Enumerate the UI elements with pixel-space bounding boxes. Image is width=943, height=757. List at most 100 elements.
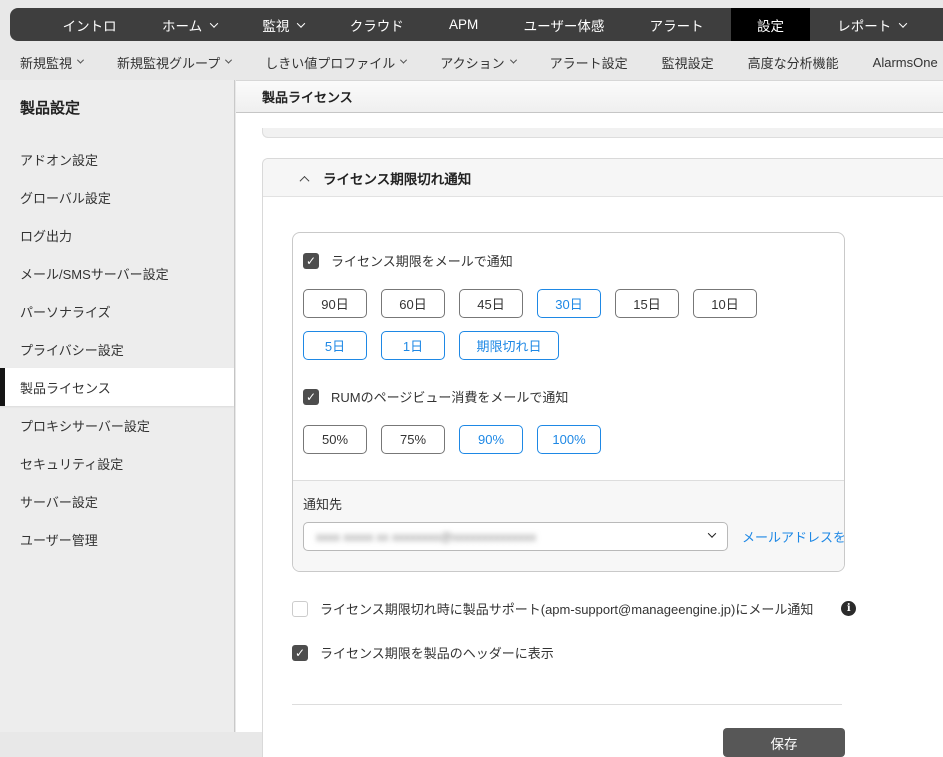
day-option-15[interactable]: 15日 [615, 289, 679, 318]
sidebar-item-product-license-selected[interactable]: 製品ライセンス [0, 368, 234, 406]
percent-option-75[interactable]: 75% [381, 425, 445, 454]
day-option-45[interactable]: 45日 [459, 289, 523, 318]
recipient-label: 通知先 [303, 494, 824, 513]
day-option-90[interactable]: 90日 [303, 289, 367, 318]
sidebar-items: アドオン設定 グローバル設定 ログ出力 メール/SMSサーバー設定 パーソナライ… [0, 140, 234, 558]
sidebar-item-user-management[interactable]: ユーザー管理 [0, 520, 234, 558]
chevron-down-icon [225, 56, 232, 63]
support-notify-label: ライセンス期限切れ時に製品サポート(apm-support@manageengi… [320, 599, 813, 618]
subnav-label: 高度な分析機能 [748, 53, 839, 72]
sidebar-item-mail-sms-server[interactable]: メール/SMSサーバー設定 [0, 254, 234, 292]
sidebar-item-global-settings[interactable]: グローバル設定 [0, 178, 234, 216]
save-button[interactable]: 保存 [723, 728, 845, 757]
day-option-expiry-selected[interactable]: 期限切れ日 [459, 331, 559, 360]
header-display-label: ライセンス期限を製品のヘッダーに表示 [320, 643, 554, 662]
sidebar-item-addon-settings[interactable]: アドオン設定 [0, 140, 234, 178]
section-collapse-header[interactable]: ライセンス期限切れ通知 [263, 159, 943, 197]
subnav-label: 新規監視 [20, 53, 72, 72]
subnav-label: AlarmsOne [873, 55, 938, 70]
day-option-60[interactable]: 60日 [381, 289, 445, 318]
tab-label: アラート [650, 15, 704, 35]
support-notify-row: ライセンス期限切れ時に製品サポート(apm-support@manageengi… [292, 599, 943, 618]
subnav-advanced-analytics[interactable]: 高度な分析機能 [748, 53, 839, 72]
tab-user-experience[interactable]: ユーザー体感 [506, 8, 623, 41]
tab-home[interactable]: ホーム [144, 8, 235, 41]
subnav-alert-settings[interactable]: アラート設定 [550, 53, 628, 72]
sidebar-item-log-output[interactable]: ログ出力 [0, 216, 234, 254]
add-email-address-link[interactable]: メールアドレスを追 [742, 527, 845, 546]
license-email-label: ライセンス期限をメールで通知 [331, 251, 513, 270]
chevron-down-icon [400, 56, 407, 63]
tab-monitor[interactable]: 監視 [244, 8, 322, 41]
sidebar-item-server-settings[interactable]: サーバー設定 [0, 482, 234, 520]
sidebar-item-proxy-server[interactable]: プロキシサーバー設定 [0, 406, 234, 444]
chevron-down-icon [899, 19, 907, 27]
chevron-down-icon [708, 529, 716, 537]
top-navigation-bar: イントロ ホーム 監視 クラウド APM ユーザー体感 アラート 設定 レポート [10, 8, 943, 41]
license-email-checkbox[interactable]: ✓ [303, 253, 319, 269]
subnav-monitor-settings[interactable]: 監視設定 [662, 53, 714, 72]
tab-apm[interactable]: APM [431, 8, 496, 41]
chevron-up-icon [300, 176, 310, 186]
subnav-alarmsone[interactable]: AlarmsOne [873, 55, 938, 70]
section-title: ライセンス期限切れ通知 [323, 168, 471, 188]
tab-label: 監視 [262, 15, 289, 35]
subnav-new-monitor[interactable]: 新規監視 [20, 53, 83, 72]
rum-email-checkbox[interactable]: ✓ [303, 389, 319, 405]
tab-label: APM [449, 17, 478, 32]
chevron-down-icon [510, 56, 517, 63]
support-notify-checkbox[interactable] [292, 601, 308, 617]
section-body: ✓ ライセンス期限をメールで通知 90日 60日 45日 30日 15日 10日… [263, 197, 943, 757]
tab-settings-active[interactable]: 設定 [731, 8, 810, 41]
info-icon[interactable]: i [841, 601, 856, 616]
tab-intro[interactable]: イントロ [45, 8, 135, 41]
bottom-divider [292, 704, 842, 705]
subnav-label: 監視設定 [662, 53, 714, 72]
day-options-row-2: 5日 1日 期限切れ日 [303, 331, 824, 360]
notification-settings-card: ✓ ライセンス期限をメールで通知 90日 60日 45日 30日 15日 10日… [292, 232, 845, 572]
tab-cloud[interactable]: クラウド [332, 8, 422, 41]
tab-reports[interactable]: レポート [819, 8, 924, 41]
topnav-zone: イントロ ホーム 監視 クラウド APM ユーザー体感 アラート 設定 レポート [0, 0, 943, 45]
percent-option-100-selected[interactable]: 100% [537, 425, 601, 454]
sidebar-item-privacy[interactable]: プライバシー設定 [0, 330, 234, 368]
day-option-1-selected[interactable]: 1日 [381, 331, 445, 360]
license-email-row: ✓ ライセンス期限をメールで通知 [303, 251, 824, 270]
chevron-down-icon [77, 56, 84, 63]
sidebar-item-personalize[interactable]: パーソナライズ [0, 292, 234, 330]
subnav-new-monitor-group[interactable]: 新規監視グループ [117, 53, 231, 72]
recipient-selected-value-redacted: xxxx xxxxx xx xxxxxxxx@xxxxxxxxxxxxxx [316, 530, 536, 544]
card-top: ✓ ライセンス期限をメールで通知 90日 60日 45日 30日 15日 10日… [293, 233, 844, 480]
secondary-navigation-bar: 新規監視 新規監視グループ しきい値プロファイル アクション アラート設定 監視… [0, 45, 943, 80]
tab-label: ユーザー体感 [524, 15, 605, 35]
chevron-down-icon [297, 19, 305, 27]
day-option-10[interactable]: 10日 [693, 289, 757, 318]
header-display-row: ✓ ライセンス期限を製品のヘッダーに表示 [292, 643, 943, 662]
tab-alerts[interactable]: アラート [632, 8, 722, 41]
subnav-label: 新規監視グループ [117, 53, 220, 72]
subnav-threshold-profile[interactable]: しきい値プロファイル [265, 53, 406, 72]
day-option-5-selected[interactable]: 5日 [303, 331, 367, 360]
percent-option-50[interactable]: 50% [303, 425, 367, 454]
day-options-row-1: 90日 60日 45日 30日 15日 10日 [303, 289, 824, 318]
save-row: 保存 [292, 728, 845, 757]
percent-options-row: 50% 75% 90% 100% [303, 425, 824, 454]
header-display-checkbox[interactable]: ✓ [292, 645, 308, 661]
license-expiry-section: ライセンス期限切れ通知 ✓ ライセンス期限をメールで通知 90日 60日 45日… [262, 158, 943, 757]
main-content: 製品ライセンス ライセンス期限切れ通知 ✓ ライセンス期限をメールで通知 90日… [236, 80, 943, 732]
sidebar-item-security[interactable]: セキュリティ設定 [0, 444, 234, 482]
day-option-30-selected[interactable]: 30日 [537, 289, 601, 318]
chevron-down-icon [210, 19, 218, 27]
tab-label: 設定 [757, 15, 784, 35]
page-title-bar: 製品ライセンス [236, 80, 943, 113]
sidebar-title: 製品設定 [0, 80, 234, 126]
page-title: 製品ライセンス [262, 87, 353, 106]
percent-option-90-selected[interactable]: 90% [459, 425, 523, 454]
tab-label: イントロ [63, 15, 117, 35]
tab-label: クラウド [350, 15, 404, 35]
subnav-label: アクション [440, 53, 504, 72]
rum-email-row: ✓ RUMのページビュー消費をメールで通知 [303, 387, 824, 406]
recipient-select[interactable]: xxxx xxxxx xx xxxxxxxx@xxxxxxxxxxxxxx [303, 522, 728, 551]
subnav-label: しきい値プロファイル [265, 53, 395, 72]
subnav-actions[interactable]: アクション [440, 53, 515, 72]
